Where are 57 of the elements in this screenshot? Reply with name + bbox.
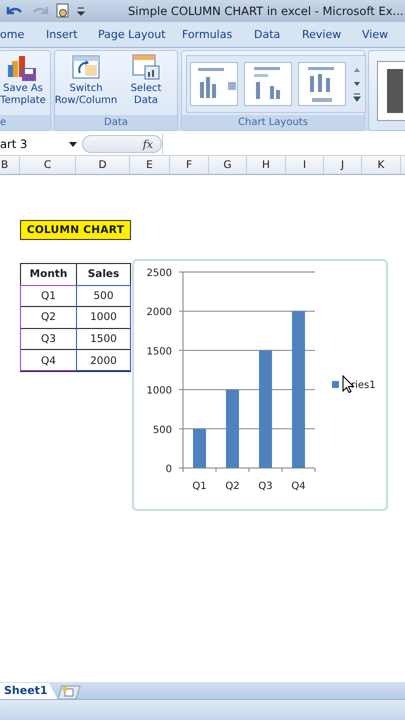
column-header[interactable]: F — [170, 156, 209, 174]
ribbon-tab[interactable]: View — [356, 28, 394, 41]
column-header[interactable]: C — [20, 156, 76, 174]
column-header[interactable]: K — [362, 156, 401, 174]
column-header[interactable]: I — [286, 156, 324, 174]
axis-tick-label: 1000 — [146, 386, 172, 397]
window-title: Simple COLUMN CHART in excel - Microsoft Ex... — [128, 4, 404, 18]
table-cell: Q3 — [21, 328, 77, 350]
table-cell: Q2 — [21, 307, 77, 329]
chart-layout-thumbnail[interactable] — [298, 62, 346, 106]
chart-style-thumbnail[interactable] — [377, 60, 405, 120]
name-box[interactable]: art 3 — [0, 137, 82, 151]
axis-tick-label: 2000 — [146, 307, 172, 318]
axis-tick-label: 2500 — [146, 268, 172, 279]
column-header[interactable]: D — [76, 156, 130, 174]
table-cell: Q4 — [21, 350, 77, 372]
table-header-cell: Month — [21, 264, 77, 286]
axis-tick-label: Q1 — [192, 481, 207, 492]
group-label: e — [0, 115, 50, 130]
axis-tick-label: 0 — [166, 464, 172, 475]
group-label: Data — [55, 115, 177, 130]
sheet-tab[interactable]: Sheet1 — [0, 683, 58, 699]
table-cell: Q1 — [21, 286, 77, 308]
table-cell: 1500 — [77, 328, 131, 350]
dropdown-icon[interactable] — [68, 139, 78, 149]
column-header[interactable]: E — [130, 156, 170, 174]
legend-label: ries1 — [351, 380, 376, 391]
column-header[interactable]: G — [209, 156, 247, 174]
ribbon-tab[interactable]: Formulas — [176, 28, 248, 41]
template-icon — [8, 53, 38, 81]
chart-layout-thumbnail[interactable] — [190, 62, 238, 106]
column-header[interactable]: J — [324, 156, 362, 174]
table-header-cell: Sales — [77, 264, 131, 286]
column-header[interactable]: B — [0, 156, 20, 174]
table-cell: 1000 — [77, 307, 131, 329]
axis-tick-label: Q2 — [225, 481, 240, 492]
chart-layout-thumbnail[interactable] — [244, 62, 292, 106]
ribbon-tab[interactable]: Review — [296, 28, 356, 41]
ribbon-button[interactable]: Save As Template — [0, 53, 46, 115]
ribbon-tab[interactable]: ome — [0, 28, 40, 41]
switch-icon — [71, 53, 101, 81]
select-icon — [131, 53, 161, 81]
insert-function-button[interactable]: fx — [142, 138, 153, 150]
ribbon-tab[interactable]: Insert — [40, 28, 92, 41]
title-label: COLUMN CHART — [20, 220, 131, 240]
axis-tick-label: 500 — [152, 424, 172, 436]
axis-tick-label: Q3 — [258, 481, 273, 492]
ribbon-tab[interactable]: Page Layout — [92, 28, 176, 41]
table-cell: 500 — [77, 286, 131, 308]
group-label: Chart Layouts — [182, 115, 364, 130]
insert-sheet-icon[interactable] — [56, 685, 82, 699]
axis-tick-label: 1500 — [146, 346, 172, 358]
axis-tick-label: Q4 — [291, 481, 306, 492]
ribbon-tab[interactable]: Data — [248, 28, 296, 41]
table-cell: 2000 — [77, 350, 131, 372]
ribbon-button[interactable]: Select Data — [119, 53, 173, 115]
column-header[interactable]: H — [247, 156, 286, 174]
